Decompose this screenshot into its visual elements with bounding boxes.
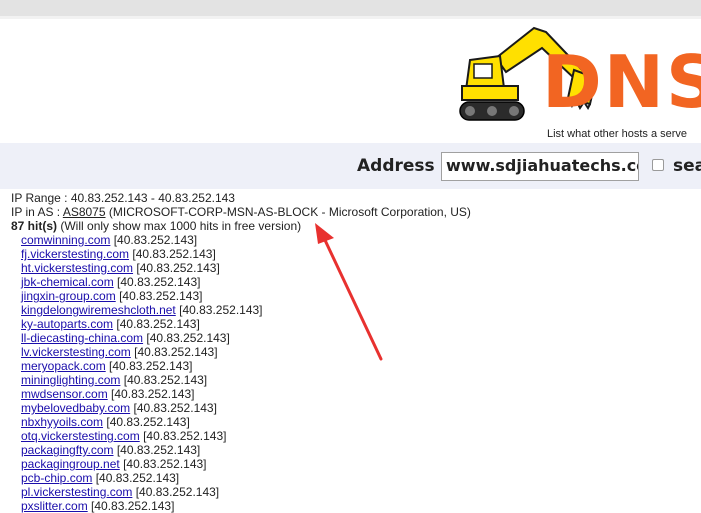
- host-ip: [40.83.252.143]: [146, 331, 230, 345]
- host-list-item: jingxin-group.com [40.83.252.143]: [11, 289, 471, 303]
- host-link[interactable]: nbxhyyoils.com: [21, 415, 103, 429]
- host-list-item: jbk-chemical.com [40.83.252.143]: [11, 275, 471, 289]
- host-ip: [40.83.252.143]: [91, 499, 175, 513]
- host-ip: [40.83.252.143]: [179, 303, 263, 317]
- host-link[interactable]: kingdelongwiremeshcloth.net: [21, 303, 176, 317]
- host-ip: [40.83.252.143]: [133, 401, 217, 415]
- host-ip: [40.83.252.143]: [123, 373, 208, 387]
- address-input[interactable]: www.sdjiahuatechs.com: [441, 152, 639, 181]
- host-list-item: packagingfty.com [40.83.252.143]: [11, 443, 471, 457]
- host-link[interactable]: ht.vickerstesting.com: [21, 261, 133, 275]
- host-ip: [40.83.252.143]: [116, 317, 200, 331]
- host-list-item: ky-autoparts.com [40.83.252.143]: [11, 317, 471, 331]
- host-link[interactable]: pxslitter.com: [21, 499, 88, 513]
- host-list-item: pxslitter.com [40.83.252.143]: [11, 499, 471, 513]
- host-list-item: lv.vickerstesting.com [40.83.252.143]: [11, 345, 471, 359]
- host-list-item: packagingroup.net [40.83.252.143]: [11, 457, 471, 471]
- logo-text: DNS: [542, 40, 701, 124]
- host-link[interactable]: mininglighting.com: [21, 373, 120, 387]
- host-list-item: comwinning.com [40.83.252.143]: [11, 233, 471, 247]
- host-link[interactable]: jingxin-group.com: [21, 289, 116, 303]
- host-ip: [40.83.252.143]: [116, 443, 201, 457]
- host-list-item: ht.vickerstesting.com [40.83.252.143]: [11, 261, 471, 275]
- host-link[interactable]: fj.vickerstesting.com: [21, 247, 129, 261]
- host-ip: [40.83.252.143]: [106, 415, 190, 429]
- results-panel: IP Range : 40.83.252.143 - 40.83.252.143…: [11, 191, 471, 513]
- host-list-item: pcb-chip.com [40.83.252.143]: [11, 471, 471, 485]
- host-link[interactable]: mwdsensor.com: [21, 387, 108, 401]
- host-list-item: nbxhyyoils.com [40.83.252.143]: [11, 415, 471, 429]
- host-link[interactable]: mybelovedbaby.com: [21, 401, 130, 415]
- as-description: (MICROSOFT-CORP-MSN-AS-BLOCK - Microsoft…: [108, 205, 471, 219]
- host-ip: [40.83.252.143]: [113, 233, 198, 247]
- host-ip: [40.83.252.143]: [123, 457, 207, 471]
- ip-range-label: IP Range :: [11, 191, 68, 205]
- host-list-item: pl.vickerstesting.com [40.83.252.143]: [11, 485, 471, 499]
- ip-in-as-line: IP in AS : AS8075 (MICROSOFT-CORP-MSN-AS…: [11, 205, 471, 219]
- host-ip: [40.83.252.143]: [111, 387, 195, 401]
- hits-line: 87 hit(s) (Will only show max 1000 hits …: [11, 219, 471, 233]
- host-list-item: mybelovedbaby.com [40.83.252.143]: [11, 401, 471, 415]
- host-list-item: meryopack.com [40.83.252.143]: [11, 359, 471, 373]
- host-link[interactable]: ky-autoparts.com: [21, 317, 113, 331]
- host-link[interactable]: comwinning.com: [21, 233, 110, 247]
- host-link[interactable]: otq.vickerstesting.com: [21, 429, 140, 443]
- host-ip: [40.83.252.143]: [117, 275, 201, 289]
- host-link[interactable]: packagingroup.net: [21, 457, 120, 471]
- hits-count: 87 hit(s): [11, 219, 58, 233]
- host-list-item: fj.vickerstesting.com [40.83.252.143]: [11, 247, 471, 261]
- host-link[interactable]: pcb-chip.com: [21, 471, 92, 485]
- host-list-item: mwdsensor.com [40.83.252.143]: [11, 387, 471, 401]
- host-ip: [40.83.252.143]: [109, 359, 193, 373]
- host-ip: [40.83.252.143]: [135, 485, 220, 499]
- host-ip: [40.83.252.143]: [95, 471, 180, 485]
- tagline: List what other hosts a serve: [547, 128, 688, 140]
- address-label: Address :: [357, 156, 448, 176]
- host-list: comwinning.com [40.83.252.143] fj.vickers…: [11, 233, 471, 513]
- site-logo[interactable]: DNS: [456, 20, 701, 130]
- top-strip-shadow: [0, 16, 701, 19]
- host-list-item: mininglighting.com [40.83.252.143]: [11, 373, 471, 387]
- host-ip: [40.83.252.143]: [143, 429, 227, 443]
- host-list-item: otq.vickerstesting.com [40.83.252.143]: [11, 429, 471, 443]
- search-option-checkbox[interactable]: [652, 159, 664, 171]
- host-list-item: ll-diecasting-china.com [40.83.252.143]: [11, 331, 471, 345]
- ip-range-line: IP Range : 40.83.252.143 - 40.83.252.143: [11, 191, 471, 205]
- host-ip: [40.83.252.143]: [119, 289, 203, 303]
- search-option-label: sea: [673, 156, 701, 176]
- host-link[interactable]: pl.vickerstesting.com: [21, 485, 132, 499]
- host-ip: [40.83.252.143]: [136, 261, 220, 275]
- host-link[interactable]: meryopack.com: [21, 359, 106, 373]
- host-link[interactable]: jbk-chemical.com: [21, 275, 114, 289]
- as-number-link[interactable]: AS8075: [63, 205, 106, 219]
- host-link[interactable]: ll-diecasting-china.com: [21, 331, 143, 345]
- host-link[interactable]: lv.vickerstesting.com: [21, 345, 131, 359]
- ip-in-as-label: IP in AS :: [11, 205, 61, 219]
- host-ip: [40.83.252.143]: [134, 345, 218, 359]
- host-list-item: kingdelongwiremeshcloth.net [40.83.252.1…: [11, 303, 471, 317]
- host-link[interactable]: packagingfty.com: [21, 443, 114, 457]
- host-ip: [40.83.252.143]: [132, 247, 216, 261]
- top-strip: [0, 0, 701, 16]
- hits-note: (Will only show max 1000 hits in free ve…: [60, 219, 302, 233]
- ip-range-value: 40.83.252.143 - 40.83.252.143: [70, 191, 235, 205]
